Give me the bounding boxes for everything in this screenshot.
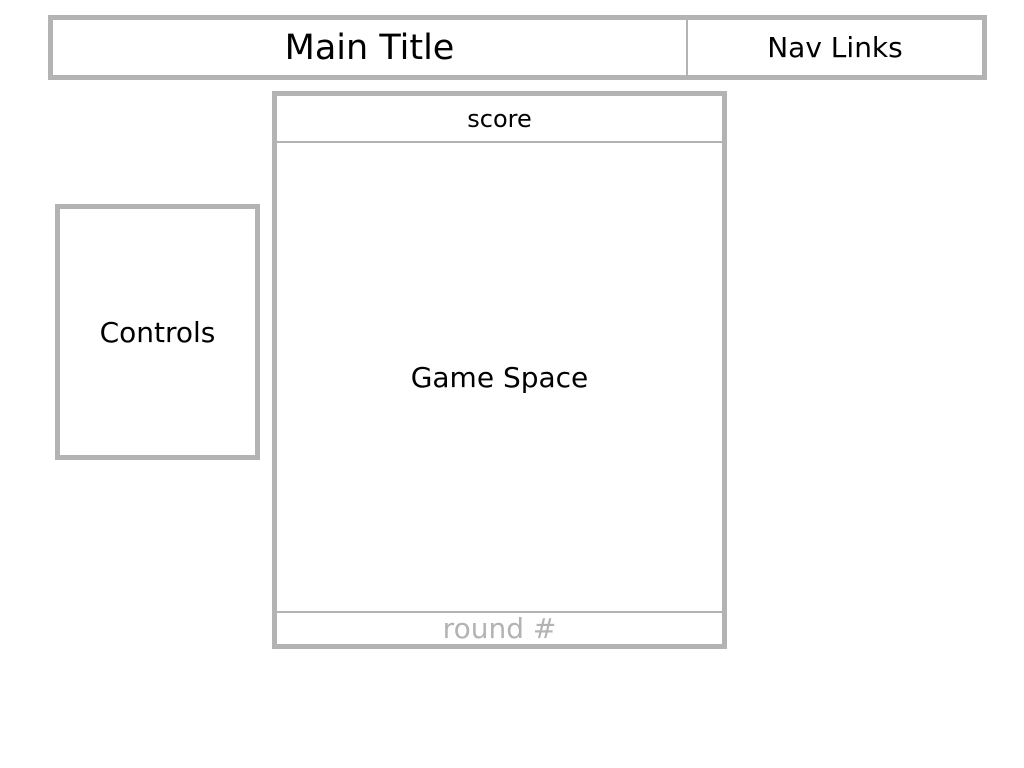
- game-panel: score Game Space round #: [272, 91, 727, 649]
- score-display: score: [277, 96, 722, 143]
- main-title: Main Title: [53, 20, 688, 75]
- header-bar: Main Title Nav Links: [48, 15, 987, 80]
- controls-panel[interactable]: Controls: [55, 204, 260, 460]
- game-space[interactable]: Game Space: [277, 143, 722, 611]
- round-indicator: round #: [277, 611, 722, 645]
- nav-links[interactable]: Nav Links: [688, 20, 982, 75]
